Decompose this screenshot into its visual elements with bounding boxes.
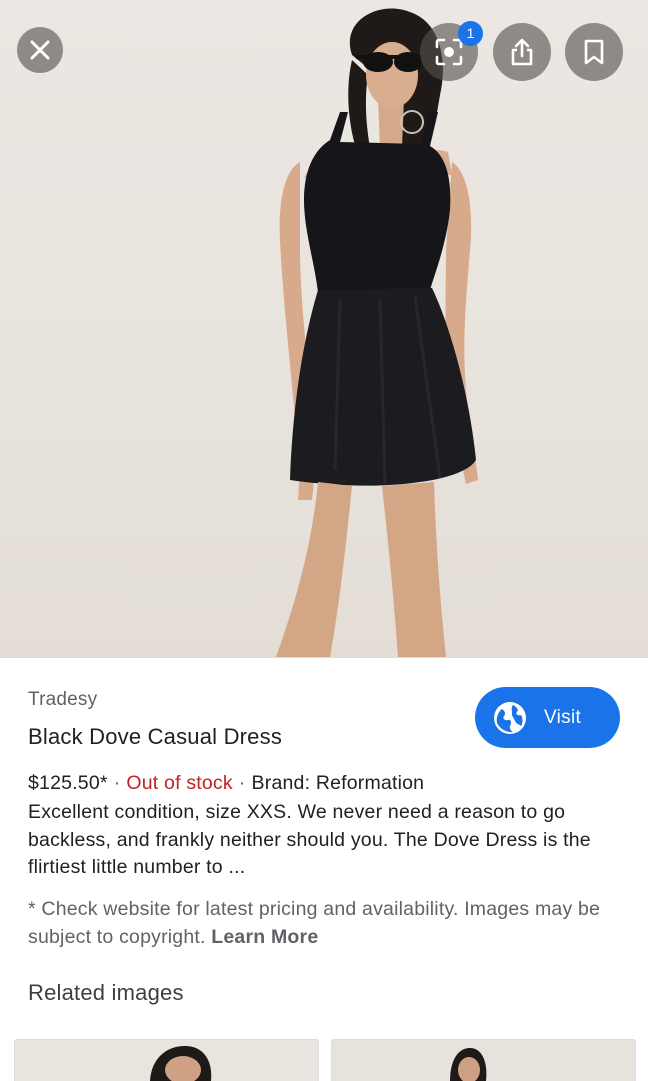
stock-status: Out of stock [126,772,233,794]
related-images-heading: Related images [28,980,184,1005]
source-site[interactable]: Tradesy [28,689,97,711]
close-button[interactable] [17,27,63,73]
price-line: $125.50* · Out of stock · Brand: Reformation [28,772,424,795]
close-icon [30,40,50,60]
lens-count-badge: 1 [458,21,483,46]
price: $125.50* [28,772,108,794]
separator: · [113,772,121,794]
brand: Brand: Reformation [251,772,425,794]
product-title[interactable]: Black Dove Casual Dress [28,724,282,750]
learn-more-link[interactable]: Learn More [211,926,318,948]
related-image-photo [150,1046,212,1081]
share-icon [511,38,533,66]
visit-label: Visit [544,706,582,728]
image-divider [0,657,648,658]
bookmark-icon [584,39,604,65]
save-button[interactable] [565,23,623,81]
share-button[interactable] [493,23,551,81]
product-description: Excellent condition, size XXS. We never … [28,801,591,878]
related-image-thumbnail[interactable] [14,1039,319,1081]
related-image-photo [450,1048,487,1081]
related-image-thumbnail[interactable] [331,1039,636,1081]
lens-icon [435,38,463,66]
product-photo-illustration [276,8,478,657]
visit-button[interactable]: Visit [475,687,620,748]
separator: · [238,772,246,794]
disclaimer: * Check website for latest pricing and a… [28,896,628,951]
globe-icon [494,701,526,734]
product-image: 1 [0,0,648,657]
